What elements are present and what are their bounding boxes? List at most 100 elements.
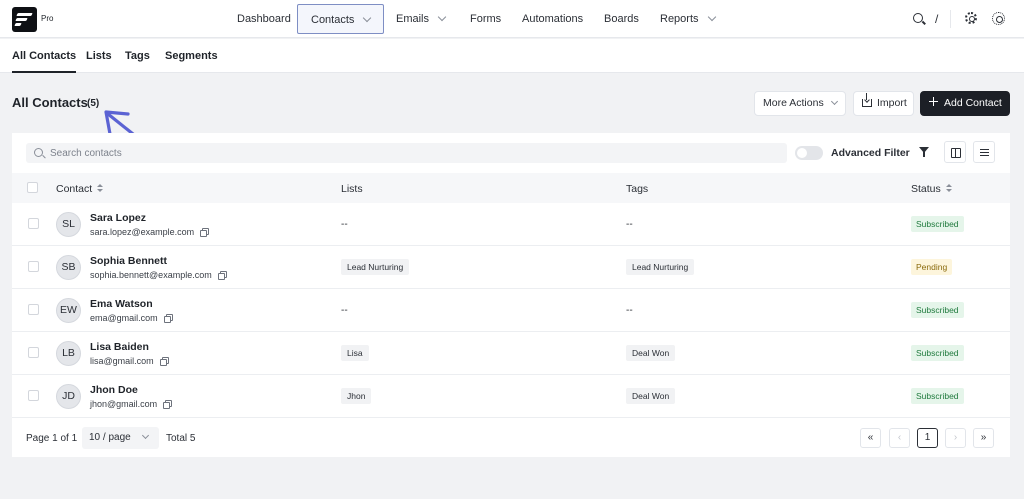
- avatar: EW: [56, 298, 81, 323]
- table-row[interactable]: SL Sara Lopez sara.lopez@example.com -- …: [12, 203, 1010, 246]
- row-checkbox[interactable]: [28, 347, 39, 358]
- contact-email: lisa@gmail.com: [90, 356, 169, 366]
- nav-automations[interactable]: Automations: [516, 4, 589, 34]
- select-all-checkbox[interactable]: [27, 182, 38, 193]
- sort-icon: [97, 184, 104, 193]
- avatar: LB: [56, 341, 81, 366]
- contact-email: sophia.bennett@example.com: [90, 270, 227, 280]
- table-row[interactable]: JD Jhon Doe jhon@gmail.com Jhon Deal Won…: [12, 375, 1010, 418]
- table-header: Contact Lists Tags Status: [12, 173, 1010, 203]
- chevron-down-icon: [707, 12, 716, 22]
- search-input[interactable]: [50, 143, 770, 163]
- total-count: Total 5: [166, 433, 196, 444]
- tab-segments[interactable]: Segments: [165, 50, 218, 62]
- contact-lists: --: [341, 305, 348, 316]
- add-contact-button[interactable]: Add Contact: [920, 91, 1010, 116]
- first-page-button[interactable]: «: [860, 428, 881, 448]
- brand-logo[interactable]: [12, 7, 37, 32]
- chevron-down-icon: [141, 431, 149, 440]
- nav-forms[interactable]: Forms: [464, 4, 507, 34]
- copy-icon[interactable]: [159, 357, 169, 366]
- nav-divider: [950, 10, 951, 28]
- row-checkbox[interactable]: [28, 261, 39, 272]
- contact-name[interactable]: Lisa Baiden: [90, 341, 149, 353]
- contact-email: sara.lopez@example.com: [90, 227, 210, 237]
- tab-lists[interactable]: Lists: [86, 50, 112, 62]
- contacts-card: Advanced Filter Contact Lists Tags Statu…: [12, 133, 1010, 457]
- status-badge: Subscribed: [911, 388, 964, 404]
- contact-tags: --: [626, 219, 633, 230]
- table-row[interactable]: SB Sophia Bennett sophia.bennett@example…: [12, 246, 1010, 289]
- column-tags: Tags: [626, 183, 649, 195]
- table-row[interactable]: EW Ema Watson ema@gmail.com -- -- Subscr…: [12, 289, 1010, 332]
- avatar: SL: [56, 212, 81, 237]
- page-title: All Contacts: [12, 95, 88, 110]
- status-badge: Subscribed: [911, 216, 964, 232]
- row-checkbox[interactable]: [28, 390, 39, 401]
- contact-name[interactable]: Sara Lopez: [90, 212, 146, 224]
- contact-name[interactable]: Sophia Bennett: [90, 255, 167, 267]
- contact-email: jhon@gmail.com: [90, 399, 173, 409]
- row-checkbox[interactable]: [28, 218, 39, 229]
- search-icon: [34, 148, 43, 157]
- avatar: JD: [56, 384, 81, 409]
- page-1-button[interactable]: 1: [917, 428, 938, 448]
- next-page-button[interactable]: ›: [945, 428, 966, 448]
- page-info: Page 1 of 1: [26, 433, 78, 444]
- contact-name[interactable]: Ema Watson: [90, 298, 153, 310]
- copy-icon[interactable]: [163, 400, 173, 409]
- advanced-filter-toggle[interactable]: [795, 146, 823, 160]
- contact-count: (5): [87, 98, 100, 109]
- tag-chip: Deal Won: [626, 345, 676, 361]
- tag-chip: Lead Nurturing: [626, 259, 695, 275]
- filter-icon: [919, 147, 929, 157]
- row-checkbox[interactable]: [28, 304, 39, 315]
- tag-chip: Deal Won: [626, 388, 676, 404]
- nav-emails[interactable]: Emails: [390, 4, 451, 34]
- nav-dashboard[interactable]: Dashboard: [231, 4, 297, 34]
- search-shortcut-hint: /: [935, 12, 939, 26]
- gear-icon[interactable]: [965, 12, 977, 24]
- status-badge: Subscribed: [911, 345, 964, 361]
- list-chip: Lead Nurturing: [341, 259, 410, 275]
- import-button[interactable]: Import: [853, 91, 914, 116]
- top-nav: Pro Dashboard Contacts Emails Forms Auto…: [0, 0, 1024, 38]
- plus-icon: [929, 97, 938, 106]
- advanced-filter-label: Advanced Filter: [831, 147, 910, 159]
- per-page-select[interactable]: 10 / page: [82, 427, 159, 449]
- nav-boards[interactable]: Boards: [598, 4, 645, 34]
- columns-button[interactable]: [944, 141, 966, 163]
- chevron-down-icon: [437, 12, 447, 22]
- contact-tags: --: [626, 305, 633, 316]
- columns-icon: [951, 148, 961, 158]
- copy-icon[interactable]: [217, 271, 227, 280]
- column-contact[interactable]: Contact: [56, 183, 104, 195]
- search-box: [26, 143, 787, 163]
- prev-page-button[interactable]: ‹: [889, 428, 910, 448]
- column-status[interactable]: Status: [911, 183, 952, 195]
- chevron-down-icon: [830, 97, 838, 106]
- list-chip: Lisa: [341, 345, 369, 361]
- contact-email: ema@gmail.com: [90, 313, 173, 323]
- sub-tabs: All Contacts Lists Tags Segments: [0, 39, 1024, 73]
- nav-contacts[interactable]: Contacts: [297, 4, 385, 34]
- tab-all-contacts[interactable]: All Contacts: [12, 50, 77, 73]
- list-view-button[interactable]: [973, 141, 995, 163]
- contact-name[interactable]: Jhon Doe: [90, 384, 138, 396]
- search-icon[interactable]: [913, 13, 923, 23]
- contact-lists: --: [341, 219, 348, 230]
- copy-icon[interactable]: [200, 228, 210, 237]
- pro-badge: Pro: [41, 14, 54, 23]
- sun-icon[interactable]: [992, 12, 1005, 25]
- list-chip: Jhon: [341, 388, 372, 404]
- filter-button[interactable]: [913, 141, 935, 163]
- status-badge: Subscribed: [911, 302, 964, 318]
- tab-tags[interactable]: Tags: [125, 50, 150, 62]
- list-icon: [980, 149, 989, 156]
- nav-reports[interactable]: Reports: [654, 4, 721, 34]
- last-page-button[interactable]: »: [973, 428, 994, 448]
- more-actions-button[interactable]: More Actions: [754, 91, 846, 116]
- copy-icon[interactable]: [163, 314, 173, 323]
- table-row[interactable]: LB Lisa Baiden lisa@gmail.com Lisa Deal …: [12, 332, 1010, 375]
- chevron-down-icon: [363, 13, 372, 23]
